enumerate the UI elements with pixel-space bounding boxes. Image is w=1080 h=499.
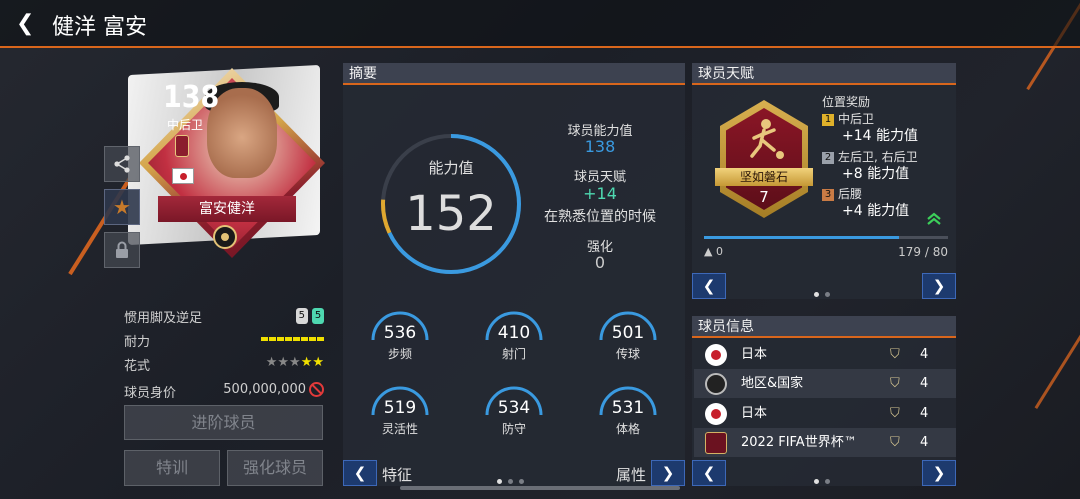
talent-progress-fill xyxy=(704,236,900,239)
stat-value: 519 xyxy=(383,398,417,418)
level-up-chevron-icon xyxy=(927,212,941,225)
talent-badge-name: 坚如磐石 xyxy=(715,168,813,186)
star-icon: ★ xyxy=(113,195,131,219)
stat-value: 501 xyxy=(611,323,645,343)
ability-value: 152 xyxy=(405,186,497,242)
player-details-title: 球员信息 xyxy=(692,316,956,338)
talent-progress-left: ▲ 0 xyxy=(704,245,723,258)
details-prev-button[interactable]: ❮ xyxy=(692,460,726,486)
chem-row-team[interactable]: 日本 ⛉ 4 xyxy=(694,399,956,428)
player-ability-value: 138 xyxy=(584,137,616,156)
stat-label: 防守 xyxy=(501,422,526,436)
shoe-icon: ⛉ xyxy=(890,435,900,450)
left-foot-badge: 5 xyxy=(295,308,308,324)
summary-footer-left[interactable]: 特征 xyxy=(382,464,422,485)
back-arrow-icon[interactable]: ❮ xyxy=(16,10,40,38)
chevron-left-icon: ❮ xyxy=(702,464,716,482)
talent-pager xyxy=(811,282,833,297)
chevron-right-icon: ❯ xyxy=(932,464,946,482)
talent-next-button[interactable]: ❯ xyxy=(922,273,956,299)
stat-value: 534 xyxy=(497,398,531,418)
world-cup-icon xyxy=(705,432,727,454)
enhance-value: 0 xyxy=(594,253,606,272)
chevron-right-icon: ❯ xyxy=(661,464,675,482)
details-next-button[interactable]: ❯ xyxy=(922,460,956,486)
info-row-stamina: 耐力 xyxy=(124,331,324,350)
stat-value: 531 xyxy=(611,398,645,418)
lock-button[interactable] xyxy=(104,232,140,268)
fitness-icon: ▲ xyxy=(704,245,713,258)
summary-title: 摘要 xyxy=(343,63,685,85)
skill-stars: ★★★★★ xyxy=(265,355,324,370)
page-title: 健洋 富安 xyxy=(52,15,147,40)
stat-label: 传球 xyxy=(615,347,640,361)
special-training-button[interactable]: 特训 xyxy=(124,450,220,486)
stat-value: 410 xyxy=(497,323,531,343)
enhance-player-button[interactable]: 强化球员 xyxy=(227,450,323,486)
chem-row-event[interactable]: 2022 FIFA世界杯™ ⛉ 4 xyxy=(694,428,956,457)
club-badge-icon xyxy=(213,225,237,249)
bonus-value-3: +4 能力值 xyxy=(842,203,910,219)
stat-label: 灵活性 xyxy=(381,422,418,436)
world-icon xyxy=(705,373,727,395)
talent-note: 在熟悉位置的时候 xyxy=(544,209,656,225)
talent-label: 球员天赋 xyxy=(573,170,626,185)
chevron-left-icon: ❮ xyxy=(702,277,716,295)
bonus-value-2: +8 能力值 xyxy=(842,166,910,182)
info-row-skill-moves: 花式 ★★★★★ xyxy=(124,355,324,374)
chevron-right-icon: ❯ xyxy=(932,277,946,295)
japan-flag-icon xyxy=(172,168,194,184)
talent-value: +14 xyxy=(583,184,617,203)
talent-progress-track xyxy=(704,236,948,239)
summary-prev-button[interactable]: ❮ xyxy=(343,460,377,486)
talent-progress-right: 179 / 80 xyxy=(898,245,948,259)
promote-player-button[interactable]: 进阶球员 xyxy=(124,405,323,440)
scroll-indicator[interactable] xyxy=(400,486,680,490)
untradeable-icon xyxy=(309,382,324,397)
share-icon xyxy=(114,155,130,173)
right-foot-badge: 5 xyxy=(312,308,324,324)
share-button[interactable] xyxy=(104,146,140,182)
stat-label: 步频 xyxy=(387,347,412,361)
info-row-value: 球员身价 500,000,000 xyxy=(124,382,324,401)
world-cup-logo-icon xyxy=(175,135,189,157)
summary-pager xyxy=(494,469,527,484)
shoe-icon: ⛉ xyxy=(890,406,900,421)
stat-value: 536 xyxy=(383,323,417,343)
japan-flag-icon xyxy=(705,403,727,425)
details-pager xyxy=(811,469,833,484)
bonus-value-1: +14 能力值 xyxy=(842,128,918,144)
summary-footer-right[interactable]: 属性 xyxy=(600,464,646,485)
shoe-icon: ⛉ xyxy=(890,347,900,362)
card-player-name: 富安健洋 xyxy=(158,196,296,222)
chevron-left-icon: ❮ xyxy=(353,464,367,482)
talent-title: 球员天赋 xyxy=(692,63,956,85)
talent-badge-level: 7 xyxy=(759,188,769,206)
japan-flag-icon xyxy=(705,344,727,366)
summary-next-button[interactable]: ❯ xyxy=(651,460,685,486)
info-row-feet: 惯用脚及逆足 5 5 xyxy=(124,307,324,326)
top-bar: ❮ 健洋 富安 xyxy=(0,0,1080,48)
player-value: 500,000,000 xyxy=(223,382,306,397)
chem-row-nation[interactable]: 日本 ⛉ 4 xyxy=(694,340,956,369)
chem-row-league[interactable]: 地区&国家 ⛉ 4 xyxy=(694,369,956,398)
stat-label: 射门 xyxy=(501,347,526,361)
talent-prev-button[interactable]: ❮ xyxy=(692,273,726,299)
stat-label: 体格 xyxy=(615,422,640,436)
lock-icon xyxy=(116,241,128,258)
ability-label: 能力值 xyxy=(428,159,474,177)
shoe-icon: ⛉ xyxy=(890,376,900,391)
card-overall: 138 xyxy=(163,80,220,115)
favorite-button[interactable]: ★ xyxy=(104,189,140,225)
card-position: 中后卫 xyxy=(167,118,204,132)
position-bonus-title: 位置奖励 xyxy=(822,95,871,109)
stamina-bars xyxy=(260,331,324,346)
